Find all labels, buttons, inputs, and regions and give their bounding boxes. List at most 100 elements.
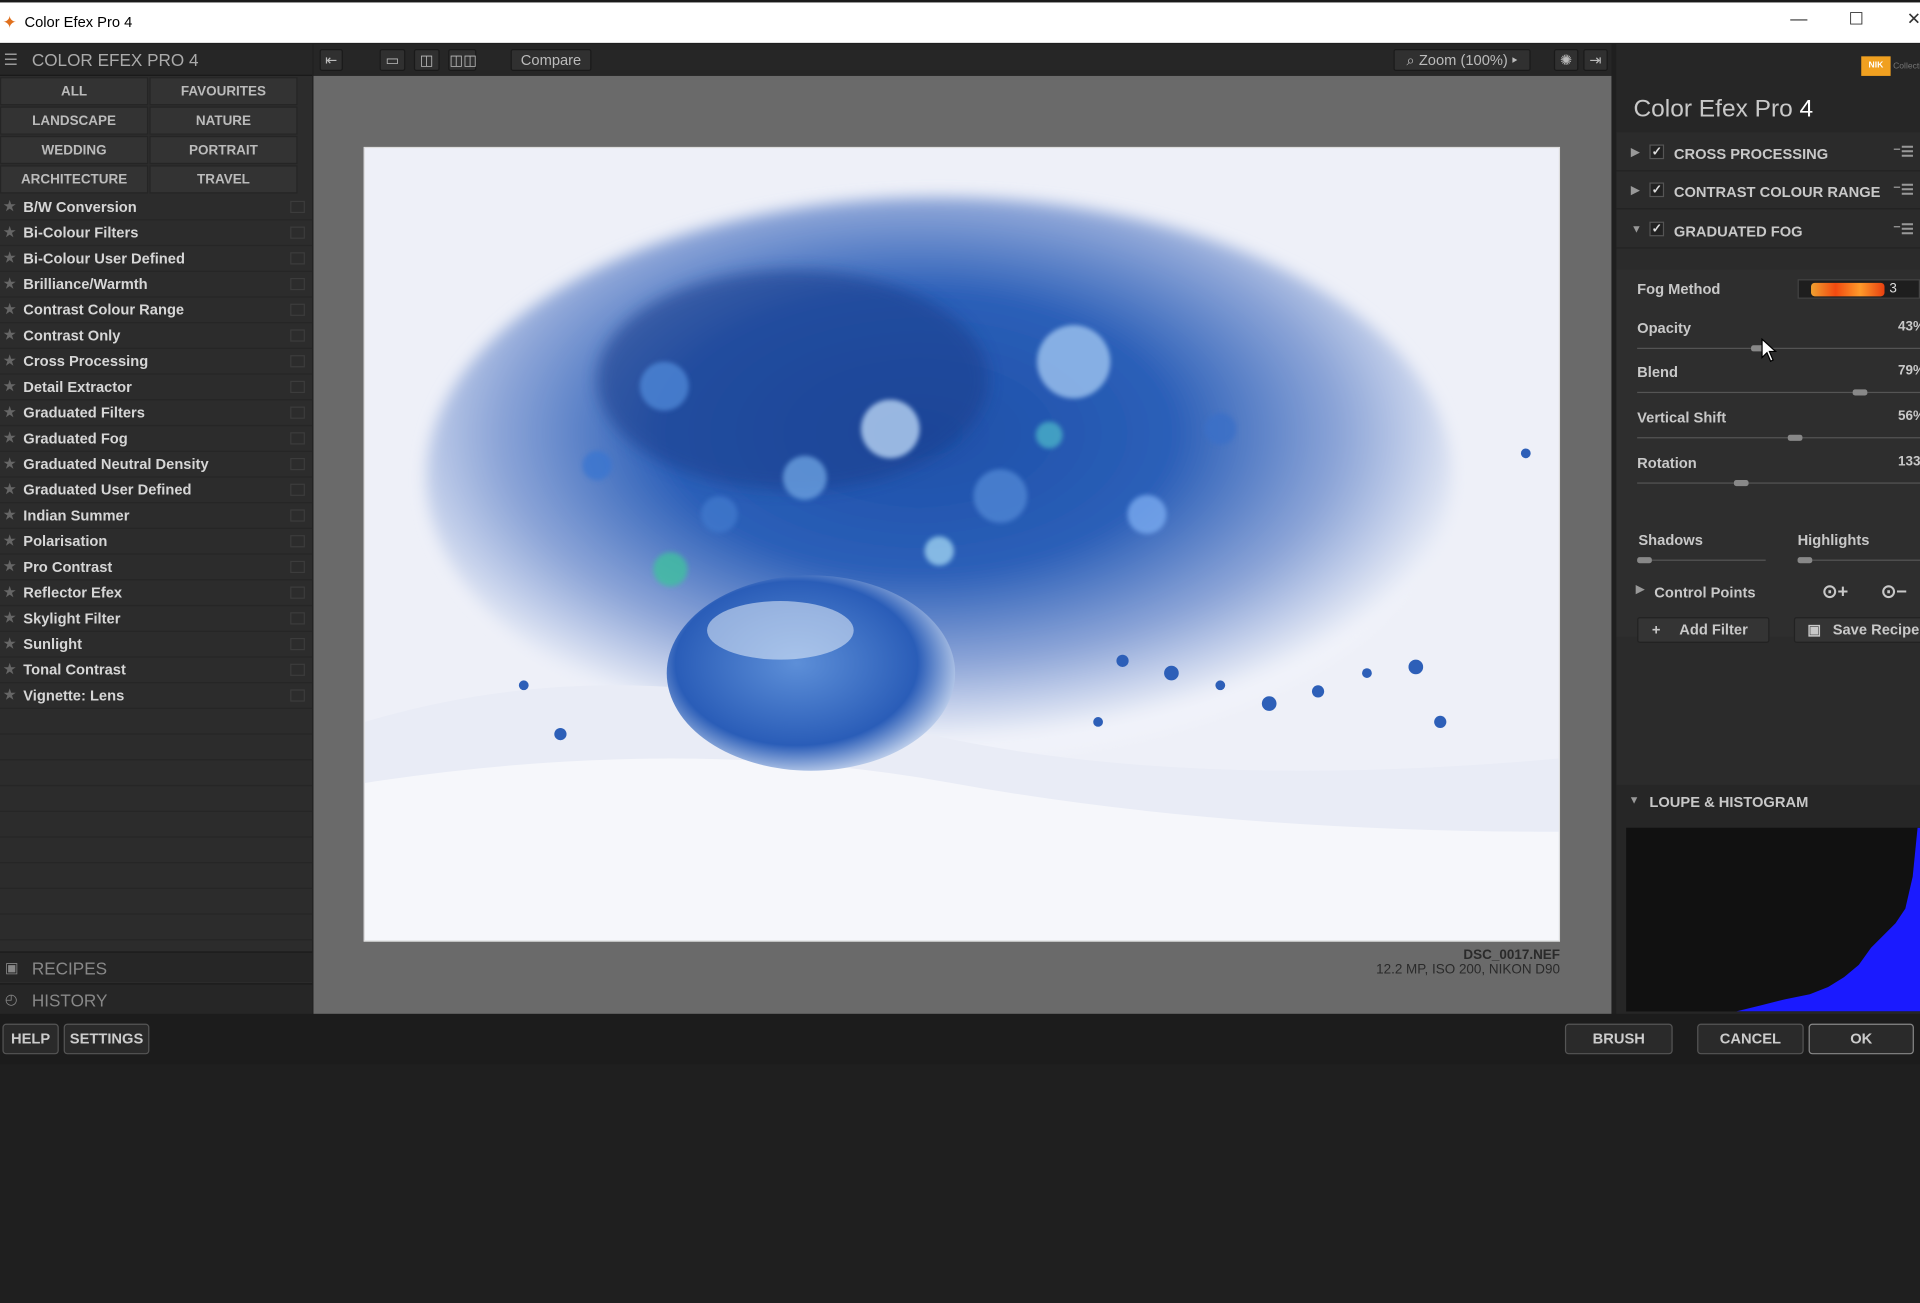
highlights-slider-thumb[interactable] bbox=[1797, 557, 1813, 564]
favourite-star-icon[interactable]: ★ bbox=[4, 349, 16, 373]
add-to-stack-icon[interactable] bbox=[290, 663, 305, 676]
filter-item[interactable]: ★ Skylight Filter bbox=[0, 606, 313, 632]
filter-item[interactable]: ★ Graduated Filters bbox=[0, 400, 313, 427]
side-by-side-icon[interactable]: ◫◫ bbox=[448, 48, 477, 72]
category-portrait[interactable]: PORTRAIT bbox=[149, 135, 298, 165]
chevron-right-icon[interactable]: ▶ bbox=[1631, 146, 1639, 159]
add-to-stack-icon[interactable] bbox=[290, 689, 305, 702]
filter-item[interactable]: ★ Detail Extractor bbox=[0, 375, 313, 401]
blend-slider[interactable] bbox=[1637, 389, 1920, 396]
add-to-stack-icon[interactable] bbox=[290, 509, 305, 522]
chevron-down-icon[interactable]: ▼ bbox=[1629, 793, 1640, 805]
filter-enabled-checkbox[interactable]: ✓ bbox=[1649, 144, 1665, 160]
fog-method-selector[interactable]: 3 bbox=[1797, 279, 1920, 299]
add-filter-button[interactable]: + Add Filter bbox=[1637, 617, 1770, 643]
add-to-stack-icon[interactable] bbox=[290, 406, 305, 419]
filter-enabled-checkbox[interactable]: ✓ bbox=[1649, 221, 1665, 237]
filter-stack-contrast-colour-range[interactable]: ▶ ✓ CONTRAST COLOUR RANGE ⁻☰ bbox=[1616, 173, 1920, 210]
chevron-right-icon[interactable]: ▶ bbox=[1636, 583, 1644, 596]
rotation-slider[interactable] bbox=[1637, 480, 1920, 487]
ok-button[interactable]: OK bbox=[1808, 1023, 1914, 1055]
filter-enabled-checkbox[interactable]: ✓ bbox=[1649, 182, 1665, 198]
add-to-stack-icon[interactable] bbox=[290, 329, 305, 342]
shadows-slider-thumb[interactable] bbox=[1637, 557, 1652, 564]
filter-item[interactable]: ★ Brilliance/Warmth bbox=[0, 272, 313, 298]
help-button[interactable]: HELP bbox=[2, 1023, 59, 1055]
filter-item[interactable]: ★ Pro Contrast bbox=[0, 555, 313, 581]
category-landscape[interactable]: LANDSCAPE bbox=[0, 106, 149, 135]
category-nature[interactable]: NATURE bbox=[149, 106, 298, 135]
chevron-down-icon[interactable]: ▼ bbox=[1631, 223, 1642, 235]
shadows-slider[interactable] bbox=[1637, 557, 1766, 564]
favourite-star-icon[interactable]: ★ bbox=[4, 503, 16, 527]
category-all[interactable]: ALL bbox=[0, 77, 149, 106]
menu-icon[interactable]: ☰ bbox=[4, 50, 18, 70]
favourite-star-icon[interactable]: ★ bbox=[4, 658, 16, 682]
filter-item[interactable]: ★ Indian Summer bbox=[0, 503, 313, 529]
filter-item[interactable]: ★ Graduated User Defined bbox=[0, 478, 313, 504]
remove-control-point-icon[interactable]: ⊙− bbox=[1881, 580, 1907, 603]
recipes-section[interactable]: ▣ RECIPES bbox=[0, 951, 313, 983]
add-to-stack-icon[interactable] bbox=[290, 637, 305, 651]
add-to-stack-icon[interactable] bbox=[290, 226, 305, 239]
favourite-star-icon[interactable]: ★ bbox=[4, 478, 16, 502]
favourite-star-icon[interactable]: ★ bbox=[4, 426, 16, 450]
favourite-star-icon[interactable]: ★ bbox=[4, 195, 16, 219]
favourite-star-icon[interactable]: ★ bbox=[4, 246, 16, 270]
single-view-icon[interactable]: ▭ bbox=[379, 48, 406, 72]
filter-stack-graduated-fog[interactable]: ▼ ✓ GRADUATED FOG ⁻☰ bbox=[1616, 212, 1920, 249]
filter-item[interactable]: ★ B/W Conversion bbox=[0, 195, 313, 221]
save-recipe-button[interactable]: ▣ Save Recipe bbox=[1793, 617, 1920, 643]
preview-image[interactable] bbox=[363, 146, 1561, 942]
filter-item[interactable]: ★ Reflector Efex bbox=[0, 580, 313, 607]
category-wedding[interactable]: WEDDING bbox=[0, 135, 149, 165]
add-control-point-icon[interactable]: ⊙+ bbox=[1822, 580, 1848, 603]
chevron-right-icon[interactable]: ▶ bbox=[1631, 184, 1639, 197]
filter-item[interactable]: ★ Bi-Colour User Defined bbox=[0, 246, 313, 272]
add-to-stack-icon[interactable] bbox=[290, 432, 305, 445]
filter-options-icon[interactable]: ⁻☰ bbox=[1893, 220, 1914, 237]
add-to-stack-icon[interactable] bbox=[290, 277, 305, 291]
add-to-stack-icon[interactable] bbox=[290, 252, 305, 265]
favourite-star-icon[interactable]: ★ bbox=[4, 220, 16, 244]
favourite-star-icon[interactable]: ★ bbox=[4, 555, 16, 579]
favourite-star-icon[interactable]: ★ bbox=[4, 452, 16, 476]
cancel-button[interactable]: CANCEL bbox=[1697, 1023, 1804, 1055]
favourite-star-icon[interactable]: ★ bbox=[4, 400, 16, 424]
split-view-icon[interactable]: ◫ bbox=[413, 48, 440, 72]
favourite-star-icon[interactable]: ★ bbox=[4, 375, 16, 399]
add-to-stack-icon[interactable] bbox=[290, 612, 305, 625]
favourite-star-icon[interactable]: ★ bbox=[4, 606, 16, 630]
add-to-stack-icon[interactable] bbox=[290, 303, 305, 316]
add-to-stack-icon[interactable] bbox=[290, 483, 305, 496]
opacity-slider[interactable] bbox=[1637, 345, 1920, 352]
filter-item[interactable]: ★ Cross Processing bbox=[0, 349, 313, 375]
vertical-shift-slider-thumb[interactable] bbox=[1788, 434, 1803, 441]
category-travel[interactable]: TRAVEL bbox=[149, 165, 298, 194]
settings-button[interactable]: SETTINGS bbox=[63, 1023, 150, 1055]
filter-item[interactable]: ★ Polarisation bbox=[0, 529, 313, 555]
favourite-star-icon[interactable]: ★ bbox=[4, 323, 16, 347]
category-architecture[interactable]: ARCHITECTURE bbox=[0, 165, 149, 194]
add-to-stack-icon[interactable] bbox=[290, 560, 305, 574]
filter-item[interactable]: ★ Sunlight bbox=[0, 632, 313, 658]
favourite-star-icon[interactable]: ★ bbox=[4, 683, 16, 707]
brush-button[interactable]: BRUSH bbox=[1564, 1023, 1673, 1055]
add-to-stack-icon[interactable] bbox=[290, 457, 305, 471]
add-to-stack-icon[interactable] bbox=[290, 586, 305, 599]
blend-slider-thumb[interactable] bbox=[1853, 389, 1868, 396]
add-to-stack-icon[interactable] bbox=[290, 355, 305, 368]
filter-item[interactable]: ★ Graduated Neutral Density bbox=[0, 452, 313, 478]
add-to-stack-icon[interactable] bbox=[290, 200, 305, 214]
minimize-button[interactable]: — bbox=[1780, 9, 1817, 29]
close-button[interactable]: ✕ bbox=[1896, 9, 1920, 30]
browser-toggle-icon[interactable]: ⇤ bbox=[319, 48, 343, 72]
favourite-star-icon[interactable]: ★ bbox=[4, 632, 16, 656]
image-preview-area[interactable]: DSC_0017.NEF 12.2 MP, ISO 200, NIKON D90 bbox=[313, 75, 1612, 1014]
highlights-slider[interactable] bbox=[1797, 557, 1920, 564]
filter-item[interactable]: ★ Tonal Contrast bbox=[0, 658, 313, 684]
filter-item[interactable]: ★ Contrast Colour Range bbox=[0, 298, 313, 324]
rotation-slider-thumb[interactable] bbox=[1734, 480, 1750, 487]
filter-stack-cross-processing[interactable]: ▶ ✓ CROSS PROCESSING ⁻☰ bbox=[1616, 135, 1920, 172]
filter-item[interactable]: ★ Contrast Only bbox=[0, 323, 313, 349]
